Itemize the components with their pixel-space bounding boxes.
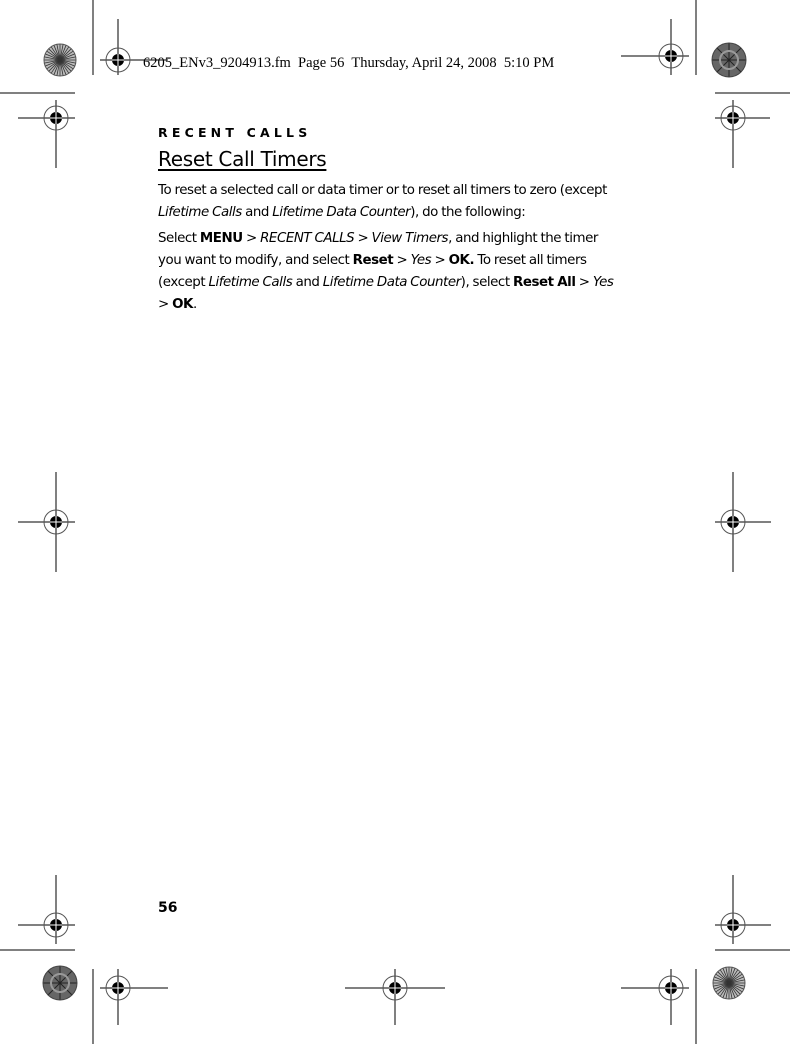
crosshair-registration-icon [715, 472, 771, 572]
crosshair-registration-icon [715, 875, 771, 944]
term-ok: OK [172, 297, 193, 312]
crosshair-registration-icon [100, 969, 168, 1025]
term-yes: Yes [410, 253, 432, 268]
text-run: and [241, 205, 273, 220]
text-run: To reset a selected call or data timer o… [158, 183, 607, 198]
text-run: ), do the following: [410, 205, 526, 220]
term-reset-all: Reset All [512, 275, 576, 290]
crosshair-registration-icon [621, 969, 689, 1025]
term-menu: MENU [199, 231, 243, 246]
starburst-target-icon [712, 966, 746, 1000]
term-reset: Reset [352, 253, 394, 268]
term-lifetime-data-counter: Lifetime Data Counter [322, 275, 461, 290]
text-run: Select [158, 231, 200, 246]
section-header: RECENT CALLS [158, 125, 312, 140]
text-run: > [158, 297, 173, 312]
text-run: . [192, 297, 197, 312]
term-lifetime-calls: Lifetime Calls [208, 275, 293, 290]
term-ok: OK. [448, 253, 475, 268]
text-run: > [575, 275, 593, 290]
starburst-target-icon [43, 43, 77, 77]
instructions-paragraph: Select MENU > RECENT CALLS > View Timers… [158, 228, 618, 316]
term-lifetime-calls: Lifetime Calls [158, 205, 242, 220]
text-run: > [431, 253, 449, 268]
text-run: and [292, 275, 323, 290]
term-recent-calls: RECENT CALLS [260, 231, 355, 246]
crosshair-registration-icon [715, 100, 770, 168]
page-title: Reset Call Timers [158, 147, 327, 171]
printer-marks [0, 0, 790, 1044]
crosshair-registration-icon [18, 875, 75, 944]
crosshair-registration-icon [621, 19, 689, 75]
crosshair-registration-icon [18, 472, 75, 572]
starburst-target-icon [711, 42, 747, 78]
intro-paragraph: To reset a selected call or data timer o… [158, 180, 618, 224]
print-slug: 6205_ENv3_9204913.fm Page 56 Thursday, A… [143, 55, 555, 71]
term-view-timers: View Timers [371, 231, 449, 246]
text-run: > [242, 231, 261, 246]
crosshair-registration-icon [345, 969, 445, 1025]
text-run: ), select [460, 275, 513, 290]
starburst-target-icon [42, 965, 78, 1001]
page-number: 56 [158, 900, 178, 916]
term-yes: Yes [592, 275, 614, 290]
crosshair-registration-icon [18, 100, 75, 168]
text-run: > [393, 253, 411, 268]
text-run: > [354, 231, 372, 246]
term-lifetime-data-counter: Lifetime Data Counter [272, 205, 411, 220]
